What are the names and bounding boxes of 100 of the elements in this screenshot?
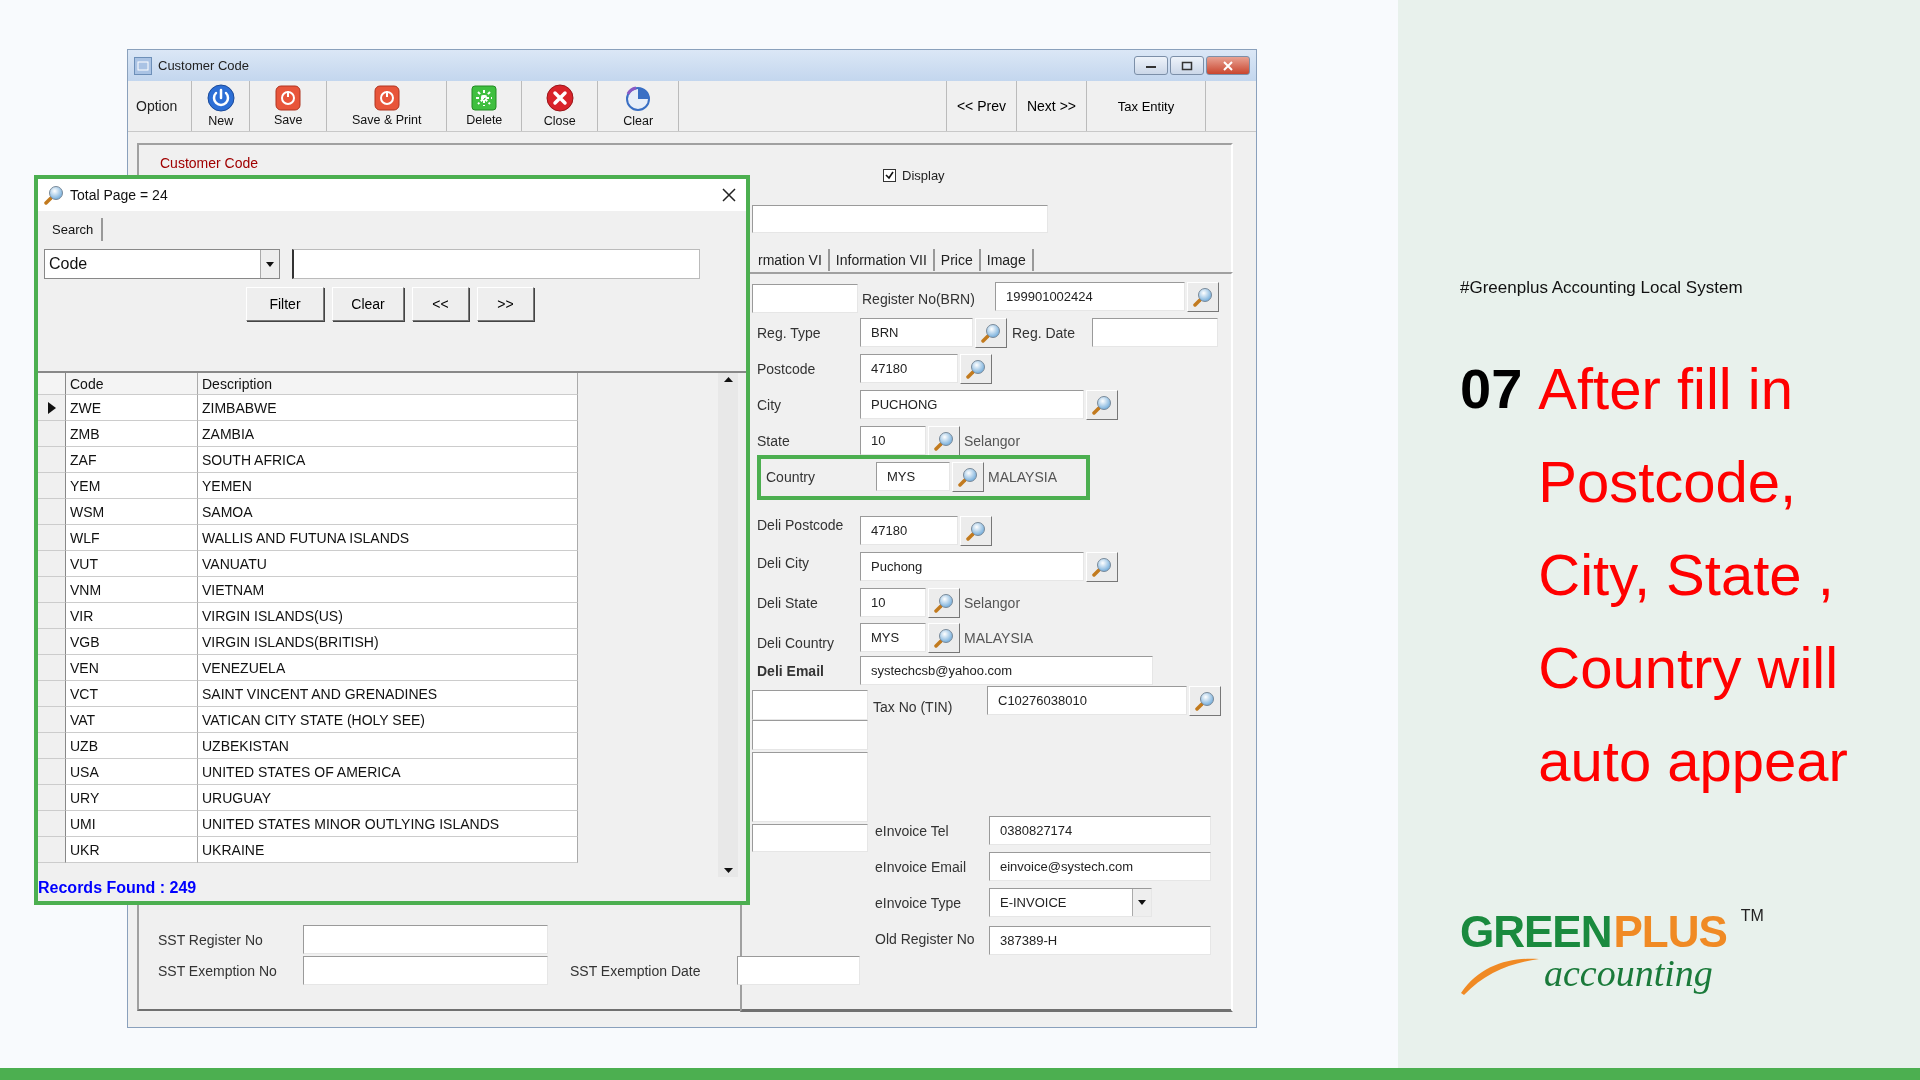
field-detail: Selangor bbox=[964, 431, 1021, 451]
maximize-icon bbox=[1181, 60, 1193, 71]
search-by-dropdown[interactable]: Code bbox=[44, 249, 280, 279]
lookup-button[interactable] bbox=[952, 462, 984, 492]
input-field[interactable] bbox=[737, 956, 860, 985]
table-cell: ZIMBABWE bbox=[198, 395, 578, 421]
toolbar-button[interactable]: Save & Print bbox=[327, 81, 448, 131]
input-field[interactable]: C10276038010 bbox=[987, 686, 1187, 715]
app-icon bbox=[134, 56, 152, 75]
input-field[interactable]: 0380827174 bbox=[989, 816, 1211, 845]
input-field[interactable] bbox=[1092, 318, 1218, 347]
field-label: eInvoice Tel bbox=[875, 821, 949, 841]
field-label: Reg. Date bbox=[1012, 323, 1076, 343]
field-label: City bbox=[757, 395, 782, 415]
lookup-button[interactable] bbox=[960, 516, 992, 546]
table-cell: ZAF bbox=[66, 447, 198, 473]
table-cell: UZBEKISTAN bbox=[198, 733, 578, 759]
input-field[interactable]: einvoice@systech.com bbox=[989, 852, 1211, 881]
table-cell: URUGUAY bbox=[198, 785, 578, 811]
minimize-button[interactable] bbox=[1134, 56, 1168, 75]
input-field[interactable] bbox=[752, 824, 868, 852]
column-header: Description bbox=[198, 373, 578, 395]
lookup-button[interactable] bbox=[960, 354, 992, 384]
tab[interactable]: Search bbox=[44, 218, 104, 241]
maximize-button[interactable] bbox=[1170, 56, 1204, 75]
lookup-button[interactable] bbox=[1086, 390, 1118, 420]
power-icon bbox=[206, 84, 235, 112]
tax-entity-button[interactable]: Tax Entity bbox=[1086, 81, 1206, 131]
lookup-button[interactable] bbox=[928, 623, 960, 653]
step-number: 07 bbox=[1460, 356, 1523, 422]
lookup-button[interactable] bbox=[1187, 282, 1219, 312]
toolbar-button[interactable]: Clear bbox=[598, 81, 680, 131]
input-field[interactable] bbox=[752, 205, 1048, 233]
input-field[interactable]: 47180 bbox=[860, 354, 958, 383]
nav-button[interactable]: Next >> bbox=[1015, 81, 1086, 131]
field-label: Deli Country bbox=[757, 633, 835, 653]
table-cell: WSM bbox=[66, 499, 198, 525]
field-label: SST Exemption Date bbox=[570, 961, 701, 981]
table-cell: UKRAINE bbox=[198, 837, 578, 863]
input-field[interactable]: MYS bbox=[860, 623, 926, 652]
nav-button[interactable]: << Prev bbox=[945, 81, 1016, 131]
input-field[interactable]: 47180 bbox=[860, 516, 958, 545]
field-label: Country bbox=[766, 467, 816, 487]
lookup-button[interactable] bbox=[928, 588, 960, 618]
field-label: Deli State bbox=[757, 593, 818, 613]
field-detail: Selangor bbox=[964, 593, 1021, 613]
field-label: Reg. Type bbox=[757, 323, 821, 343]
input-field[interactable]: Puchong bbox=[860, 552, 1084, 581]
input-field[interactable] bbox=[752, 690, 868, 720]
checkmark-icon bbox=[885, 171, 894, 180]
input-field[interactable]: 387389-H bbox=[989, 926, 1211, 955]
toolbar-button[interactable]: Delete bbox=[447, 81, 523, 131]
table-cell: URY bbox=[66, 785, 198, 811]
input-field[interactable]: MYS bbox=[876, 462, 950, 491]
input-field[interactable]: 199901002424 bbox=[995, 282, 1185, 311]
input-field[interactable] bbox=[303, 956, 548, 985]
table-cell: WLF bbox=[66, 525, 198, 551]
pie-icon bbox=[624, 84, 653, 112]
input-field[interactable] bbox=[752, 284, 858, 313]
power-square-icon bbox=[275, 85, 302, 111]
input-field[interactable]: 10 bbox=[860, 426, 926, 455]
input-field[interactable] bbox=[752, 720, 868, 750]
display-checkbox[interactable]: Display bbox=[883, 168, 945, 183]
input-field[interactable]: 10 bbox=[860, 588, 926, 617]
lookup-button[interactable] bbox=[1086, 552, 1118, 582]
lookup-button[interactable] bbox=[975, 318, 1007, 348]
input-field[interactable]: BRN bbox=[860, 318, 973, 347]
page-button[interactable]: >> bbox=[477, 287, 534, 321]
field-label: Register No(BRN) bbox=[862, 289, 975, 309]
close-icon bbox=[1222, 60, 1234, 71]
toolbar-button[interactable]: New bbox=[192, 81, 251, 131]
table-cell: SAMOA bbox=[198, 499, 578, 525]
table-cell: VAT bbox=[66, 707, 198, 733]
clear-button[interactable]: Clear bbox=[332, 287, 404, 321]
input-field[interactable] bbox=[752, 752, 868, 822]
table-cell: UMI bbox=[66, 811, 198, 837]
up-arrow-icon bbox=[723, 377, 733, 382]
table-cell: VIRGIN ISLANDS(US) bbox=[198, 603, 578, 629]
toolbar-button[interactable]: Save bbox=[250, 81, 328, 131]
down-arrow-icon bbox=[723, 868, 733, 873]
power-square-icon bbox=[373, 85, 400, 111]
search-field[interactable] bbox=[292, 249, 700, 279]
magnifier-icon bbox=[958, 467, 978, 487]
page-button[interactable]: << bbox=[412, 287, 469, 321]
input-field[interactable]: PUCHONG bbox=[860, 390, 1084, 419]
magnifier-icon bbox=[934, 431, 954, 451]
input-field[interactable] bbox=[303, 925, 548, 954]
lookup-button[interactable] bbox=[928, 426, 960, 456]
table-cell: UNITED STATES MINOR OUTLYING ISLANDS bbox=[198, 811, 578, 837]
option-label: Option bbox=[130, 81, 193, 131]
dropdown-field[interactable]: E-INVOICE bbox=[989, 888, 1152, 917]
table-cell: VIRGIN ISLANDS(BRITISH) bbox=[198, 629, 578, 655]
table-cell: UZB bbox=[66, 733, 198, 759]
filter-button[interactable]: Filter bbox=[246, 287, 324, 321]
table-cell: ZMB bbox=[66, 421, 198, 447]
input-field[interactable]: systechcsb@yahoo.com bbox=[860, 656, 1153, 685]
lookup-button[interactable] bbox=[1189, 686, 1221, 716]
toolbar-button[interactable]: Close bbox=[522, 81, 599, 131]
magnifier-icon bbox=[934, 628, 954, 648]
table-cell: VIR bbox=[66, 603, 198, 629]
